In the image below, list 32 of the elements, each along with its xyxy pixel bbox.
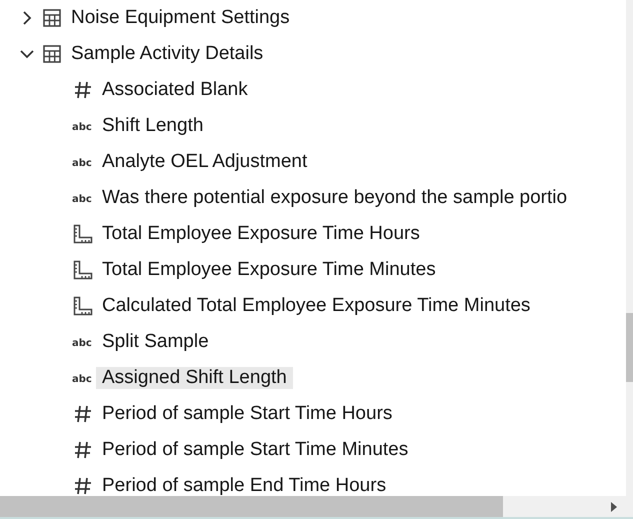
hash-icon [74,476,92,496]
abc-icon: abc [72,156,94,168]
tree-item[interactable]: Sample Activity Details [65,43,270,65]
scrollbar-thumb[interactable] [0,496,503,517]
scrollbar-thumb[interactable] [626,313,633,382]
ruler-icon [73,224,93,244]
ruler-icon [73,296,93,316]
tree-item[interactable]: Total Employee Exposure Time Hours [96,223,426,245]
tree-item[interactable]: Period of sample Start Time Hours [96,403,398,425]
tree-item[interactable]: Shift Length [96,115,210,137]
hash-icon [74,404,92,424]
tree-item[interactable]: Noise Equipment Settings [65,7,296,29]
tree-item[interactable]: Period of sample End Time Hours [96,475,392,496]
hash-icon [74,440,92,460]
scroll-right-arrow-icon[interactable] [610,502,617,512]
abc-icon: abc [72,372,94,384]
tree-item[interactable]: Was there potential exposure beyond the sample portio [96,187,574,209]
tree-item[interactable]: Assigned Shift Length [96,367,293,389]
abc-icon: abc [72,192,94,204]
tree-item[interactable]: Total Employee Exposure Time Minutes [96,259,442,281]
tree-item[interactable]: Calculated Total Employee Exposure Time Minutes [96,295,536,317]
table-icon [43,45,61,63]
tree-item[interactable]: Period of sample Start Time Minutes [96,439,414,461]
abc-icon: abc [72,336,94,348]
chevron-down-icon[interactable] [20,49,34,59]
abc-icon: abc [72,120,94,132]
table-icon [43,9,61,27]
hash-icon [74,80,92,100]
ruler-icon [73,260,93,280]
tree-item[interactable]: Analyte OEL Adjustment [96,151,314,173]
tree-item[interactable]: Split Sample [96,331,215,353]
tree-item[interactable]: Associated Blank [96,79,254,101]
